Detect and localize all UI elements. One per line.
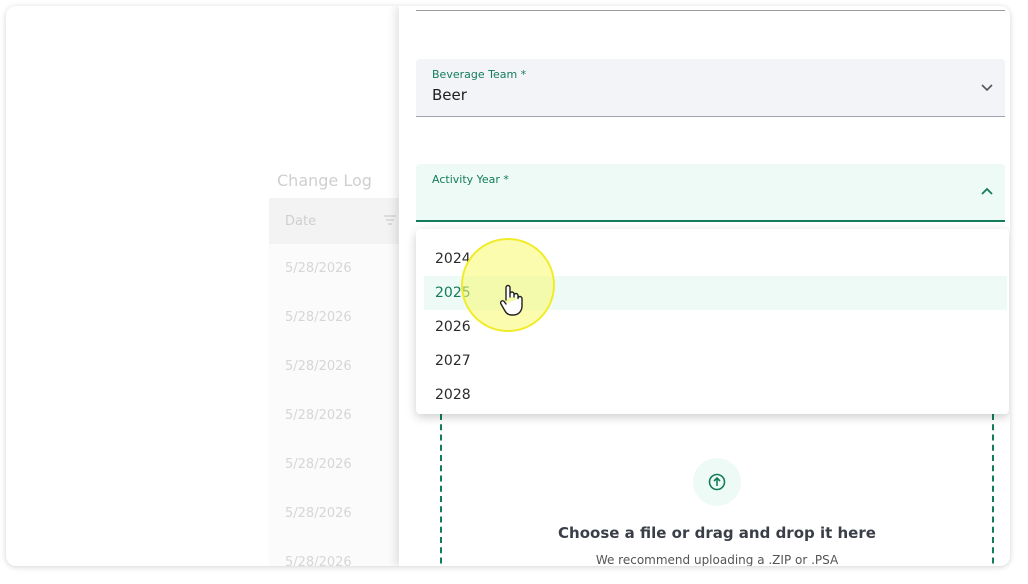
table-row: 5/28/2026 — [285, 457, 352, 472]
table-row: 5/28/2026 — [285, 506, 352, 521]
year-option[interactable]: 2027 — [424, 344, 1007, 378]
year-option[interactable]: 2028 — [424, 378, 1007, 412]
beverage-team-select[interactable]: Beverage Team * Beer — [416, 59, 1005, 117]
beverage-team-label: Beverage Team * — [432, 68, 527, 81]
table-row: 5/28/2026 — [285, 359, 352, 374]
chevron-down-icon[interactable] — [979, 79, 995, 95]
table-row: 5/28/2026 — [285, 555, 352, 566]
table-header: Date — [269, 198, 409, 244]
activity-year-label: Activity Year * — [432, 173, 509, 186]
dropzone-title: Choose a file or drag and drop it here — [558, 524, 876, 542]
dropzone-subtitle: We recommend uploading a .ZIP or .PSA — [595, 553, 839, 566]
table-row: 5/28/2026 — [285, 408, 352, 423]
change-log-title: Change Log — [277, 171, 372, 190]
date-column-header[interactable]: Date — [285, 214, 316, 229]
change-log-table: Date 5/28/2026 5/28/2026 5/28/2026 5/28/… — [269, 198, 409, 566]
filter-icon[interactable] — [383, 214, 397, 229]
table-row: 5/28/2026 — [285, 261, 352, 276]
previous-field-underline — [416, 6, 1005, 11]
upload-icon[interactable] — [693, 458, 741, 506]
hand-cursor-icon — [496, 282, 526, 318]
activity-year-select[interactable]: Activity Year * — [416, 164, 1005, 222]
table-row: 5/28/2026 — [285, 310, 352, 325]
beverage-team-value: Beer — [432, 86, 467, 104]
chevron-up-icon[interactable] — [979, 184, 995, 200]
file-dropzone[interactable]: Choose a file or drag and drop it here W… — [440, 414, 994, 566]
